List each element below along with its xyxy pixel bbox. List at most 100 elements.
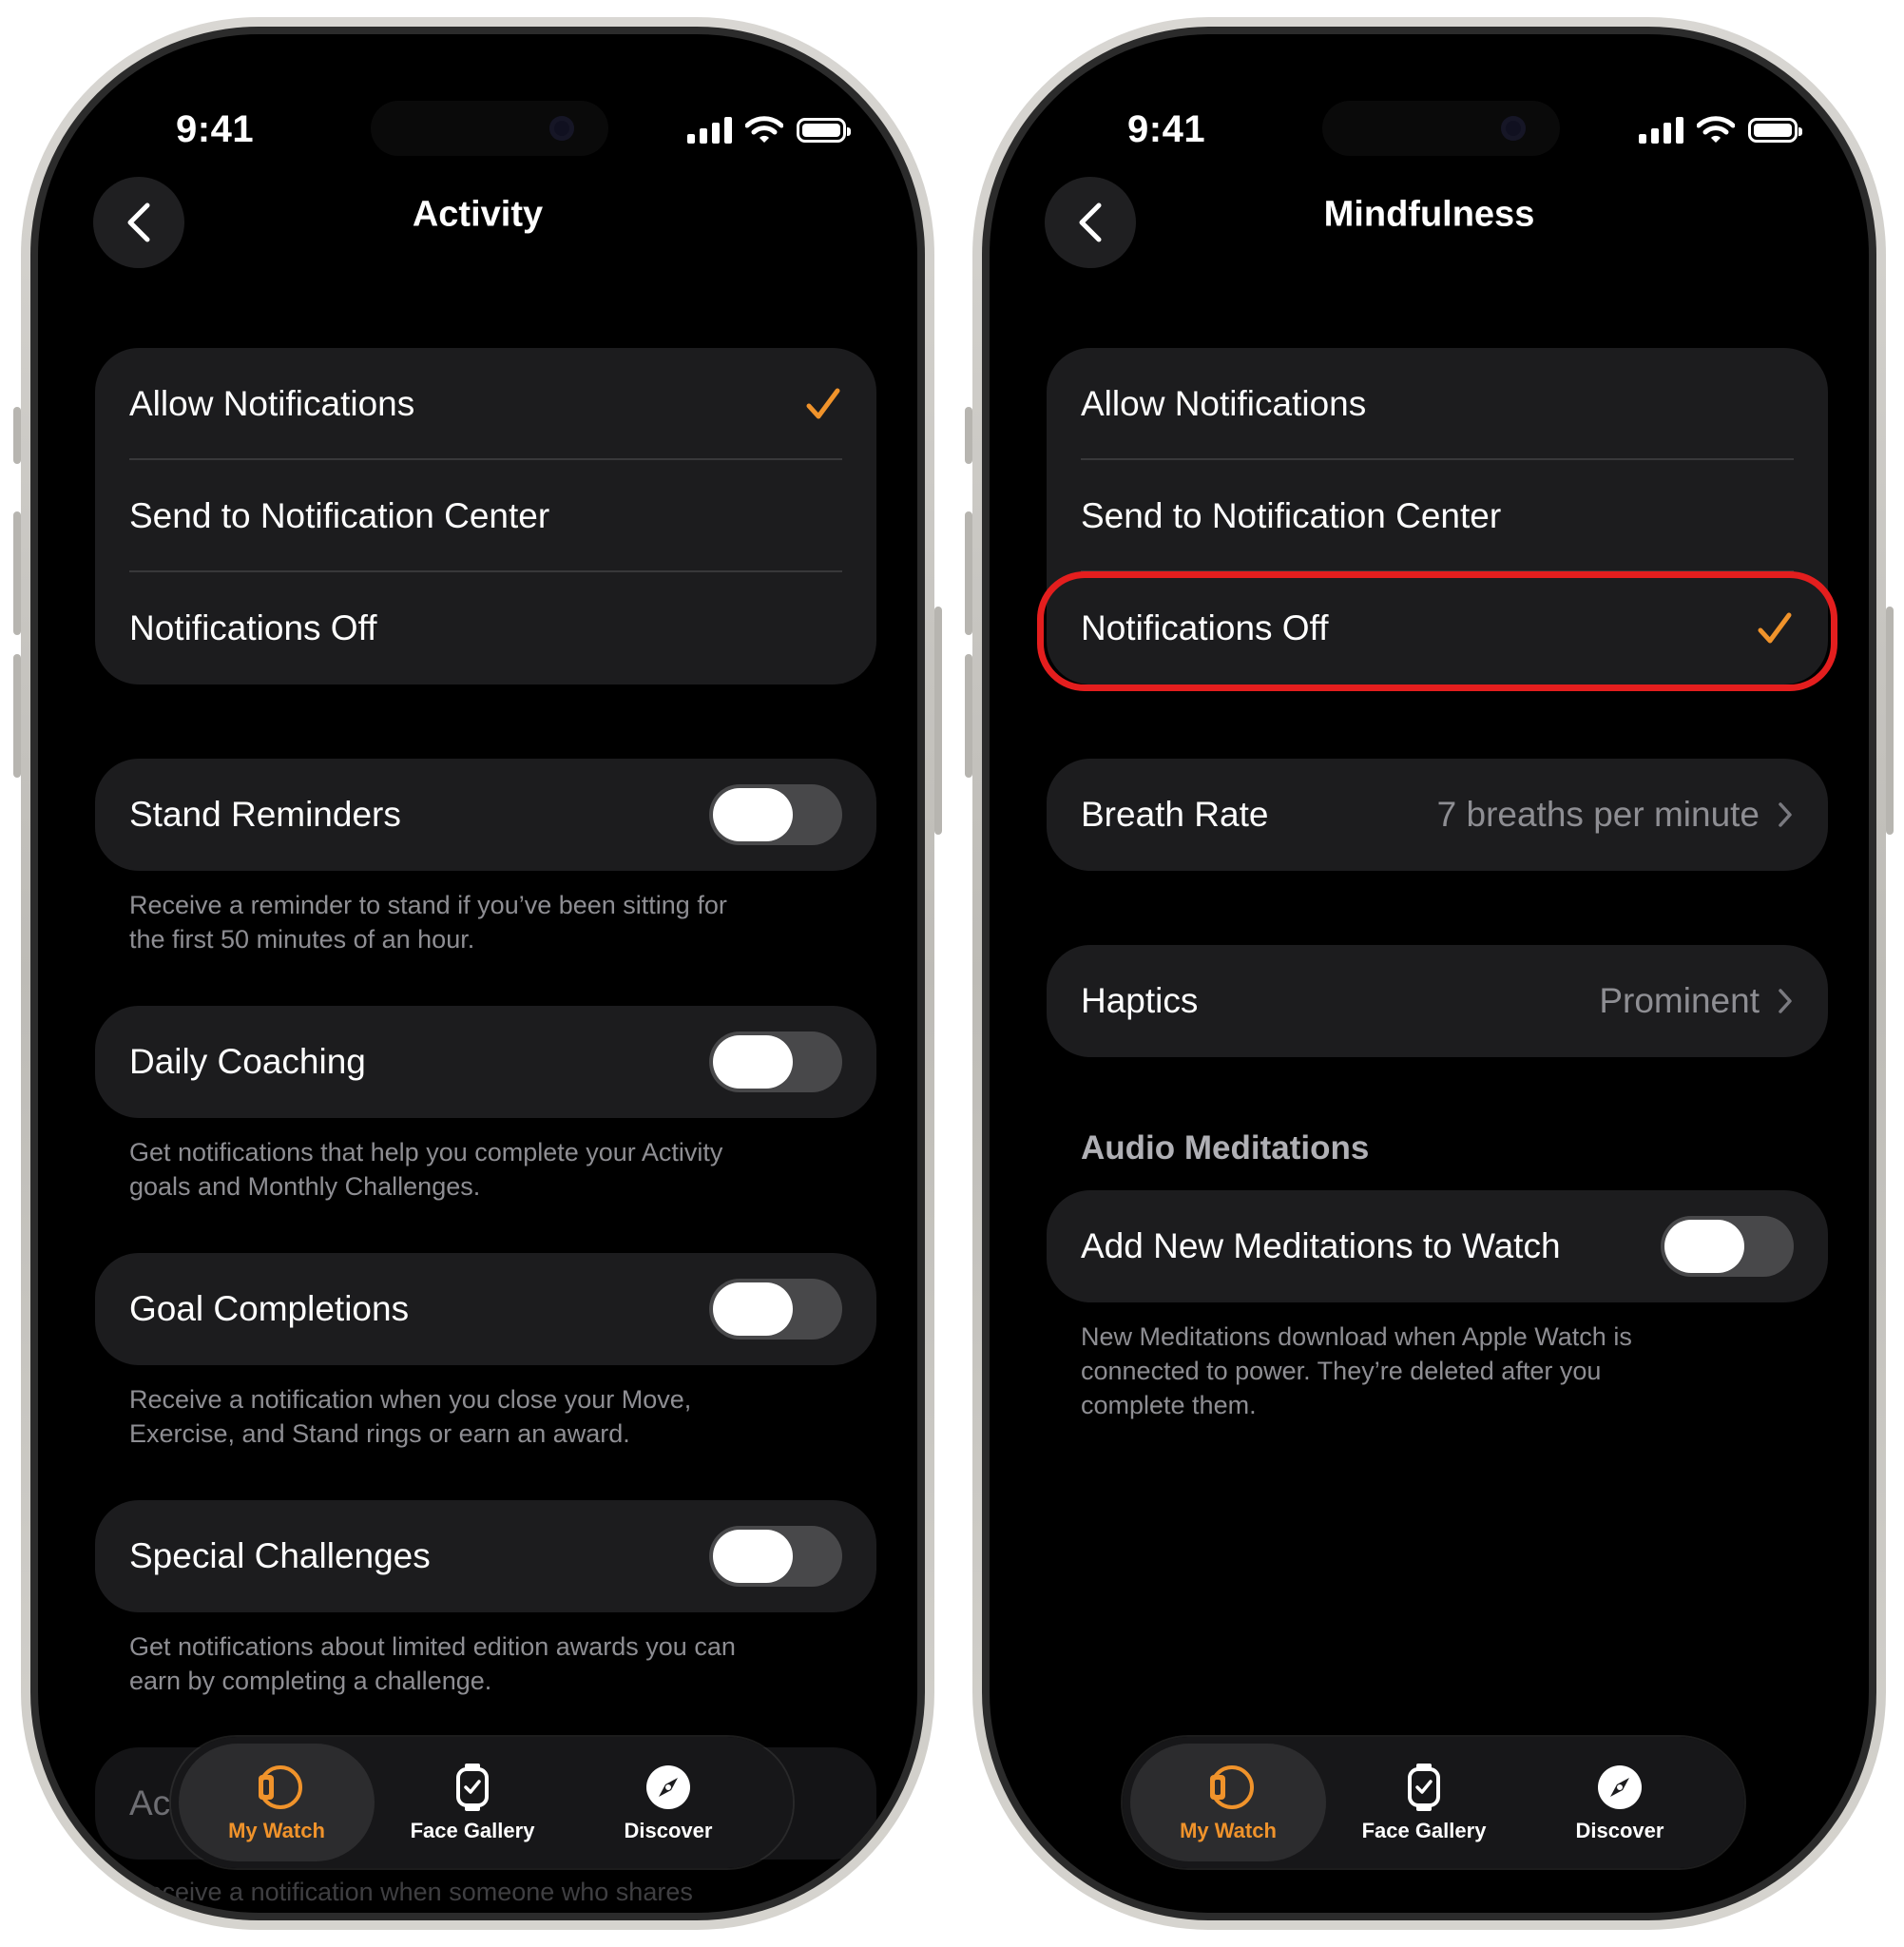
volume-down-button <box>13 654 21 778</box>
toggle-label: Daily Coaching <box>129 1042 366 1081</box>
special-challenges-group: Special Challenges <box>95 1500 876 1612</box>
checkmark-icon <box>806 388 840 419</box>
my-watch-icon <box>1210 1765 1254 1809</box>
breath-rate-value: 7 breaths per minute <box>1436 795 1760 834</box>
haptics-value: Prominent <box>1599 981 1760 1020</box>
footer-line: connected to power. They’re deleted afte… <box>1081 1357 1602 1385</box>
daily-coaching-row: Daily Coaching <box>95 1006 876 1118</box>
special-challenges-toggle[interactable] <box>709 1526 842 1587</box>
haptics-group: Haptics Prominent <box>1047 945 1828 1057</box>
toggle-label: Special Challenges <box>129 1536 431 1575</box>
highlight-annotation <box>1037 571 1837 691</box>
chevron-right-icon <box>1779 989 1792 1013</box>
battery-icon <box>797 118 851 143</box>
option-label: Allow Notifications <box>1081 384 1367 423</box>
breath-rate-group: Breath Rate 7 breaths per minute <box>1047 759 1828 871</box>
status-time: 9:41 <box>176 108 255 150</box>
breath-rate-row[interactable]: Breath Rate 7 breaths per minute <box>1047 759 1828 871</box>
goal-completions-row: Goal Completions <box>95 1253 876 1365</box>
wifi-icon <box>1697 116 1735 143</box>
volume-down-button <box>965 654 972 778</box>
tab-face-gallery[interactable]: Face Gallery <box>375 1744 570 1861</box>
action-button <box>13 407 21 464</box>
screen-mindfulness: 9:41 Mindfulness Allow Notifications Sen… <box>990 34 1869 1913</box>
screen-activity: 9:41 Activity Allow Notifications Send t… <box>38 34 917 1913</box>
side-button <box>934 607 942 835</box>
haptics-label: Haptics <box>1081 981 1199 1020</box>
option-send-to-notification-center[interactable]: Send to Notification Center <box>95 460 876 572</box>
tab-label: My Watch <box>228 1819 325 1842</box>
tab-label: My Watch <box>1180 1819 1277 1842</box>
bezel: 9:41 Mindfulness Allow Notifications Sen… <box>982 27 1876 1920</box>
goal-completions-footer: Receive a notification when you close yo… <box>129 1382 852 1451</box>
option-allow-notifications[interactable]: Allow Notifications <box>95 348 876 460</box>
footer-line: Receive a reminder to stand if you’ve be… <box>129 891 727 919</box>
page-title: Activity <box>412 194 544 235</box>
volume-up-button <box>13 511 21 635</box>
wifi-icon <box>745 116 783 143</box>
option-send-to-notification-center[interactable]: Send to Notification Center <box>1047 460 1828 572</box>
partial-footer: Receive a notification when someone who … <box>129 1878 693 1906</box>
phone-left: 9:41 Activity Allow Notifications Send t… <box>13 17 942 1930</box>
add-meditations-footer: New Meditations download when Apple Watc… <box>1081 1320 1803 1422</box>
status-time: 9:41 <box>1127 108 1206 150</box>
stand-reminders-group: Stand Reminders <box>95 759 876 871</box>
camera <box>1501 116 1526 141</box>
face-gallery-icon <box>1408 1764 1440 1811</box>
stand-reminders-row: Stand Reminders <box>95 759 876 871</box>
footer-line: goals and Monthly Challenges. <box>129 1172 481 1201</box>
notification-options-group: Allow Notifications Send to Notification… <box>95 348 876 684</box>
tab-bar: My Watch Face Gallery Discover <box>1123 1737 1744 1868</box>
tab-my-watch[interactable]: My Watch <box>1130 1744 1326 1861</box>
tab-label: Discover <box>1575 1819 1664 1842</box>
daily-coaching-footer: Get notifications that help you complete… <box>129 1135 852 1204</box>
add-meditations-toggle[interactable] <box>1661 1216 1794 1277</box>
option-allow-notifications[interactable]: Allow Notifications <box>1047 348 1828 460</box>
option-label: Allow Notifications <box>129 384 415 423</box>
goal-completions-toggle[interactable] <box>709 1279 842 1340</box>
add-meditations-group: Add New Meditations to Watch <box>1047 1190 1828 1302</box>
camera <box>549 116 574 141</box>
daily-coaching-group: Daily Coaching <box>95 1006 876 1118</box>
footer-line: Get notifications that help you complete… <box>129 1138 723 1166</box>
my-watch-icon <box>259 1765 302 1809</box>
toggle-label: Goal Completions <box>129 1289 410 1328</box>
footer-line: New Meditations download when Apple Watc… <box>1081 1322 1632 1351</box>
side-button <box>1886 607 1894 835</box>
chevron-right-icon <box>1779 802 1792 827</box>
option-notifications-off[interactable]: Notifications Off <box>95 572 876 684</box>
special-challenges-row: Special Challenges <box>95 1500 876 1612</box>
haptics-row[interactable]: Haptics Prominent <box>1047 945 1828 1057</box>
compass-icon <box>1598 1765 1642 1809</box>
action-button <box>965 407 972 464</box>
face-gallery-icon <box>456 1764 489 1811</box>
battery-icon <box>1748 118 1802 143</box>
tab-discover[interactable]: Discover <box>570 1744 766 1861</box>
footer-line: the first 50 minutes of an hour. <box>129 925 475 954</box>
bezel: 9:41 Activity Allow Notifications Send t… <box>30 27 925 1920</box>
daily-coaching-toggle[interactable] <box>709 1031 842 1092</box>
footer-line: Exercise, and Stand rings or earn an awa… <box>129 1419 630 1448</box>
footer-line: Receive a notification when you close yo… <box>129 1385 692 1414</box>
goal-completions-group: Goal Completions <box>95 1253 876 1365</box>
footer-line: earn by completing a challenge. <box>129 1667 492 1695</box>
breath-rate-label: Breath Rate <box>1081 795 1269 834</box>
compass-icon <box>646 1765 690 1809</box>
stand-reminders-toggle[interactable] <box>709 784 842 845</box>
toggle-label: Stand Reminders <box>129 795 401 834</box>
page-title: Mindfulness <box>1323 194 1535 235</box>
audio-meditations-header: Audio Meditations <box>1081 1129 1370 1166</box>
tab-discover[interactable]: Discover <box>1522 1744 1718 1861</box>
option-label: Notifications Off <box>129 608 377 647</box>
volume-up-button <box>965 511 972 635</box>
tab-my-watch[interactable]: My Watch <box>179 1744 375 1861</box>
option-label: Send to Notification Center <box>129 496 550 535</box>
status-icons <box>1639 114 1802 146</box>
add-meditations-label: Add New Meditations to Watch <box>1081 1226 1561 1265</box>
tab-bar: My Watch Face Gallery Discover <box>171 1737 793 1868</box>
footer-line: complete them. <box>1081 1391 1257 1419</box>
tab-label: Face Gallery <box>1361 1819 1487 1842</box>
cellular-signal-icon <box>1639 117 1683 144</box>
tab-label: Face Gallery <box>410 1819 535 1842</box>
tab-face-gallery[interactable]: Face Gallery <box>1326 1744 1522 1861</box>
